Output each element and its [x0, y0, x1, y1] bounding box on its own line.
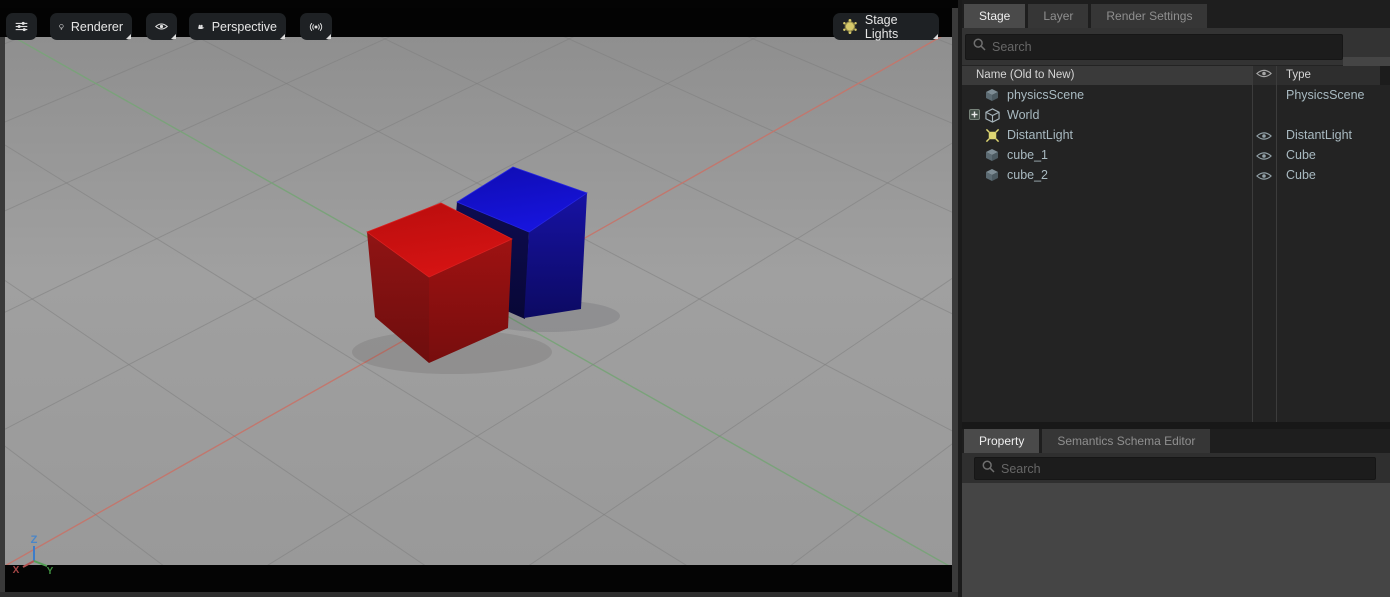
tree-header: Name (Old to New) Type: [962, 66, 1390, 85]
visibility-button[interactable]: [146, 13, 177, 40]
tab-property[interactable]: Property: [964, 429, 1039, 453]
prim-type: Cube: [1286, 145, 1316, 165]
prim-name: World: [1007, 105, 1039, 125]
sliders-icon: [15, 19, 28, 34]
stage-lights-button-label: Stage Lights: [865, 13, 930, 41]
perspective-button-label: Perspective: [212, 20, 277, 34]
prim-name: cube_2: [1007, 165, 1048, 185]
right-panel: Stage Layer Render Settings: [962, 0, 1390, 597]
xform-icon: [985, 108, 1000, 126]
light-icon: [985, 128, 1000, 146]
viewport-canvas[interactable]: Z X Y: [5, 8, 952, 592]
stage-lights-icon: [842, 18, 858, 35]
stage-search-input[interactable]: [992, 35, 1338, 59]
table-row-cube_2[interactable]: cube_2 Cube: [962, 165, 1390, 185]
cube-icon: [985, 148, 999, 165]
eye-icon: [155, 21, 168, 32]
stage-tabbar: Stage Layer Render Settings: [962, 0, 1390, 28]
stage-search-row: [962, 28, 1390, 65]
property-content-empty: [962, 483, 1390, 597]
omniverse-window: Z X Y Renderer: [0, 0, 1390, 597]
table-row-DistantLight[interactable]: DistantLight DistantLight: [962, 125, 1390, 145]
tab-render-settings[interactable]: Render Settings: [1091, 4, 1207, 28]
axis-x-label: X: [13, 565, 20, 576]
axis-z-label: Z: [31, 534, 38, 546]
stage-lights-button[interactable]: Stage Lights: [833, 13, 939, 40]
prim-name: cube_1: [1007, 145, 1048, 165]
prim-type: DistantLight: [1286, 125, 1352, 145]
tab-semantics-schema-editor[interactable]: Semantics Schema Editor: [1042, 429, 1210, 453]
viewport-settings-button[interactable]: [6, 13, 37, 40]
lightbulb-icon: [59, 19, 64, 35]
camera-icon: [198, 20, 205, 34]
cube-icon: [985, 88, 999, 105]
cube-icon: [985, 168, 999, 185]
header-corner: [1380, 66, 1390, 85]
viewport-footer-strip: [0, 592, 958, 597]
prim-name: DistantLight: [1007, 125, 1073, 145]
search-icon: [973, 38, 986, 56]
prim-type: PhysicsScene: [1286, 85, 1365, 105]
table-row-World[interactable]: World: [962, 105, 1390, 125]
visibility-eye-icon[interactable]: [1256, 150, 1272, 164]
visibility-eye-icon[interactable]: [1256, 170, 1272, 184]
tab-layer[interactable]: Layer: [1028, 4, 1088, 28]
table-row-cube_1[interactable]: cube_1 Cube: [962, 145, 1390, 165]
visibility-eye-icon[interactable]: [1256, 130, 1272, 144]
column-header-visibility[interactable]: [1256, 68, 1272, 82]
search-icon: [982, 460, 995, 478]
panel-divider-horizontal[interactable]: [962, 422, 1390, 429]
axis-y-label: Y: [47, 566, 54, 577]
prim-type: Cube: [1286, 165, 1316, 185]
column-header-type[interactable]: Type: [1286, 66, 1311, 85]
broadcast-button[interactable]: [300, 13, 332, 40]
renderer-button[interactable]: Renderer: [50, 13, 132, 40]
property-search-input[interactable]: [1001, 458, 1371, 479]
signal-icon: [309, 20, 323, 34]
table-row-physicsScene[interactable]: physicsScene PhysicsScene: [962, 85, 1390, 105]
tab-stage[interactable]: Stage: [964, 4, 1025, 28]
property-search-row: [962, 453, 1390, 483]
viewport-3d[interactable]: Z X Y Renderer: [0, 0, 962, 597]
prim-name: physicsScene: [1007, 85, 1084, 105]
expand-icon[interactable]: [969, 109, 980, 123]
column-header-name[interactable]: Name (Old to New): [962, 66, 1252, 85]
camera-perspective-button[interactable]: Perspective: [189, 13, 286, 40]
renderer-button-label: Renderer: [71, 20, 123, 34]
property-tabbar: Property Semantics Schema Editor: [962, 429, 1390, 453]
